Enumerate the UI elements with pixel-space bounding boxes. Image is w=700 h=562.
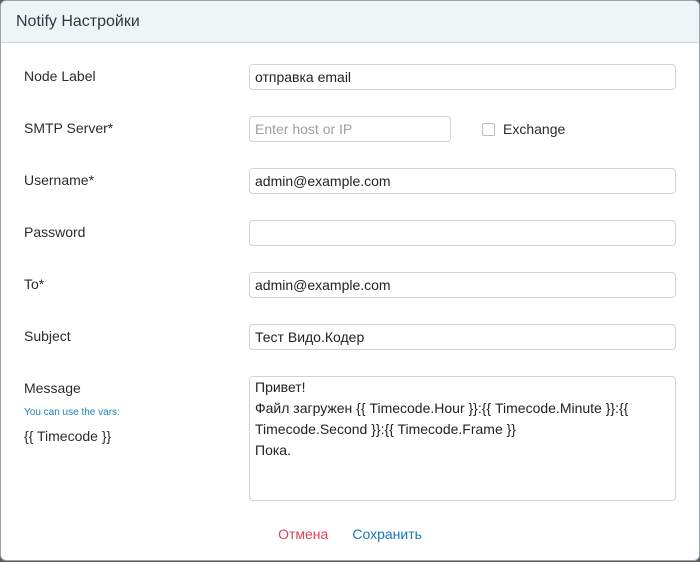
smtp-server-input[interactable]: Enter host or IP bbox=[249, 116, 451, 142]
dialog-title: Notify Настройки bbox=[16, 12, 140, 30]
subject-input[interactable]: Тест Видо.Кодер bbox=[249, 324, 676, 350]
message-line: Файл загружен {{ Timecode.Hour }}:{{ Tim… bbox=[255, 400, 629, 416]
subject-row: Subject Тест Видо.Кодер bbox=[24, 324, 677, 352]
password-label: Password bbox=[24, 224, 86, 240]
username-row: Username* admin@example.com bbox=[24, 168, 677, 196]
node-label-label: Node Label bbox=[24, 68, 96, 84]
exchange-checkbox[interactable] bbox=[482, 122, 495, 136]
message-line: Пока. bbox=[255, 442, 291, 458]
message-line: Привет! bbox=[255, 379, 306, 395]
message-row: Message You can use the vars: {{ Timecod… bbox=[24, 376, 677, 502]
dialog-header: Notify Настройки bbox=[1, 1, 699, 43]
message-textarea[interactable]: Привет! Файл загружен {{ Timecode.Hour }… bbox=[249, 376, 676, 501]
to-label: To* bbox=[24, 276, 45, 292]
subject-label: Subject bbox=[24, 328, 71, 344]
node-label-row: Node Label отправка email bbox=[24, 64, 677, 92]
message-label: Message bbox=[24, 380, 81, 396]
smtp-server-row: SMTP Server* Enter host or IP Exchange bbox=[24, 116, 677, 144]
node-label-input[interactable]: отправка email bbox=[249, 64, 676, 90]
vars-hint: You can use the vars: bbox=[24, 407, 120, 418]
to-input[interactable]: admin@example.com bbox=[249, 272, 676, 298]
message-line: Timecode.Second }}:{{ Timecode.Frame }} bbox=[255, 421, 516, 437]
exchange-checkbox-group[interactable]: Exchange bbox=[482, 116, 565, 142]
cancel-button[interactable]: Отмена bbox=[278, 526, 328, 542]
username-input[interactable]: admin@example.com bbox=[249, 168, 676, 194]
username-label: Username* bbox=[24, 172, 95, 188]
password-input[interactable] bbox=[249, 220, 676, 246]
vars-timecode: {{ Timecode }} bbox=[24, 428, 112, 444]
smtp-server-label: SMTP Server* bbox=[24, 120, 114, 136]
notify-settings-dialog: Notify Настройки Node Label отправка ema… bbox=[0, 0, 700, 561]
password-row: Password bbox=[24, 220, 677, 248]
to-row: To* admin@example.com bbox=[24, 272, 677, 300]
dialog-footer: Отмена Сохранить bbox=[1, 526, 699, 542]
exchange-label: Exchange bbox=[503, 121, 566, 137]
save-button[interactable]: Сохранить bbox=[352, 526, 422, 542]
